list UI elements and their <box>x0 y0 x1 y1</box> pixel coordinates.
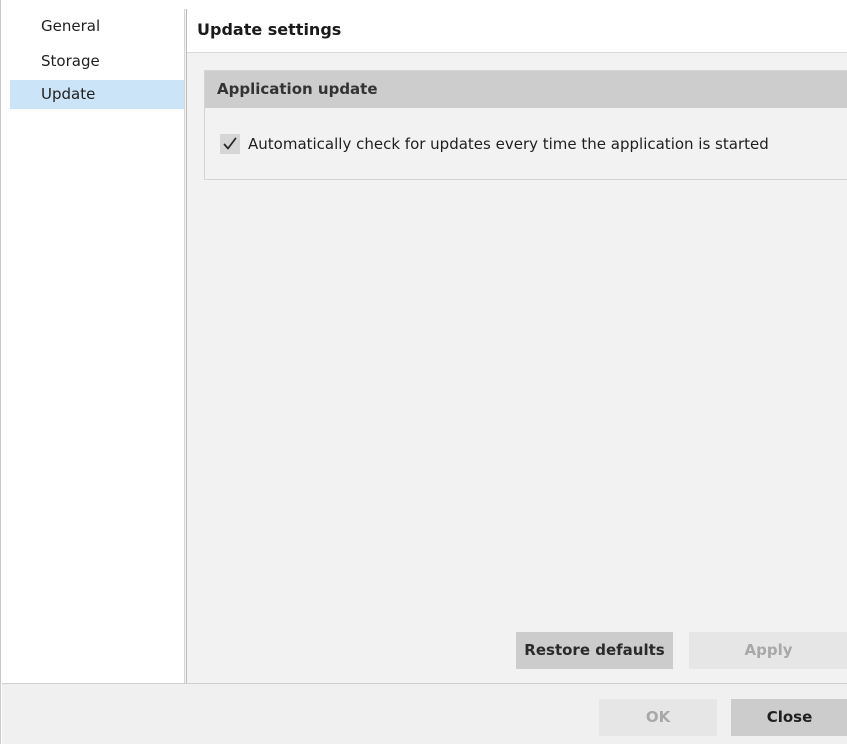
auto-update-checkbox[interactable] <box>220 134 240 154</box>
settings-window: General Storage Update Update settings A… <box>0 0 847 744</box>
restore-defaults-button[interactable]: Restore defaults <box>516 632 673 669</box>
dialog-footer: OK Close <box>2 683 847 744</box>
auto-update-label: Automatically check for updates every ti… <box>248 135 769 153</box>
content-panel: Update settings Application update Autom… <box>187 9 847 683</box>
application-update-group: Application update Automatically check f… <box>204 70 847 180</box>
page-title: Update settings <box>197 20 342 39</box>
group-header: Application update <box>205 71 847 108</box>
group-title: Application update <box>217 80 378 98</box>
content-header: Update settings <box>187 9 847 53</box>
settings-nav: General Storage Update <box>2 9 184 683</box>
checkmark-icon <box>223 137 237 150</box>
nav-item-update[interactable]: Update <box>10 80 184 109</box>
auto-update-checkbox-row[interactable]: Automatically check for updates every ti… <box>220 133 769 155</box>
nav-item-general[interactable]: General <box>10 14 184 38</box>
nav-item-storage[interactable]: Storage <box>10 49 184 73</box>
apply-button[interactable]: Apply <box>689 632 847 669</box>
ok-button[interactable]: OK <box>599 699 717 736</box>
close-button[interactable]: Close <box>731 699 847 736</box>
